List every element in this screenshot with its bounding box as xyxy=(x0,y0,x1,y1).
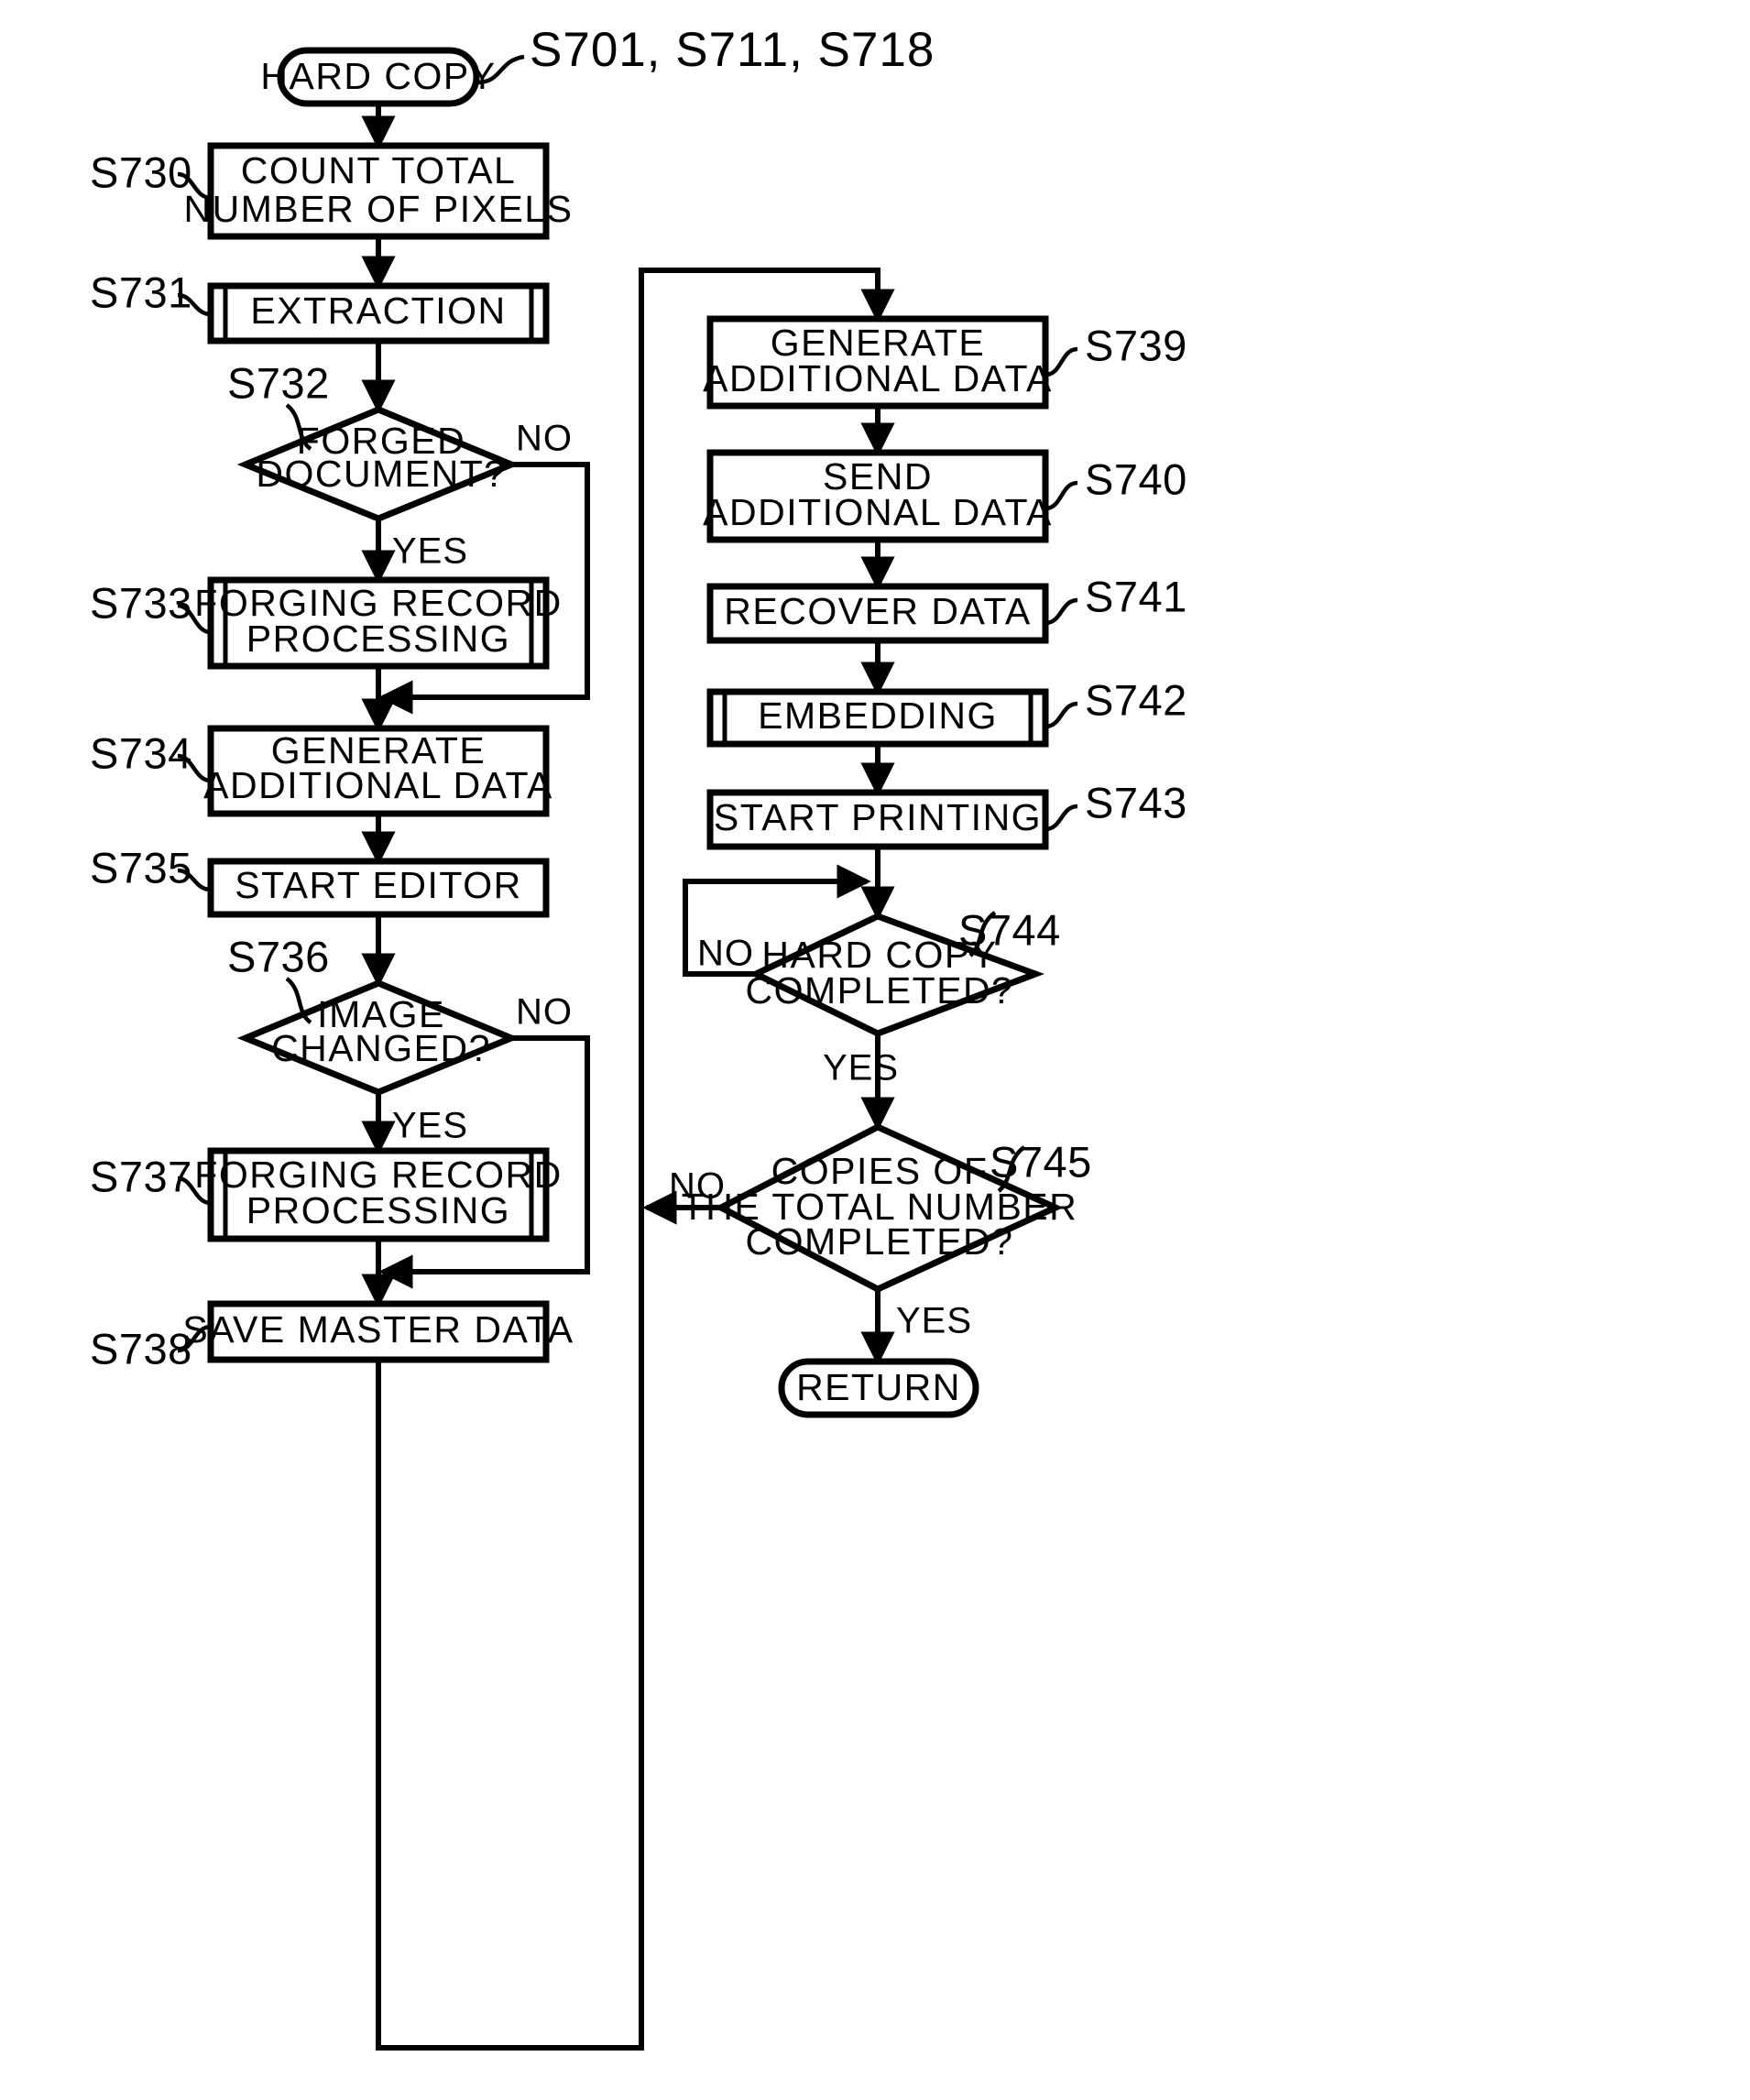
s741-step-label: S741 xyxy=(1085,572,1187,620)
start-label: HARD COPY xyxy=(260,55,496,97)
s738-step-label: S738 xyxy=(90,1324,192,1373)
s740-label-line2: ADDITIONAL DATA xyxy=(703,491,1053,533)
figure-top-label: S701, S711, S718 xyxy=(530,23,935,77)
s744-step-label: S744 xyxy=(958,905,1061,954)
s745-label-line3: COMPLETED? xyxy=(746,1220,1014,1263)
leader-s741 xyxy=(1045,597,1078,626)
s742-label: EMBEDDING xyxy=(758,695,998,737)
node-start[interactable]: HARD COPY xyxy=(260,47,496,107)
s743-label: START PRINTING xyxy=(714,796,1042,838)
s735-step-label: S735 xyxy=(90,843,192,891)
s736-label-line2: CHANGED? xyxy=(271,1027,491,1069)
s744-yes-label: YES xyxy=(823,1048,899,1088)
s745-yes-label: YES xyxy=(896,1301,972,1341)
node-s733[interactable]: FORGING RECORD PROCESSING xyxy=(194,576,562,670)
node-s736[interactable]: IMAGE CHANGED? xyxy=(236,979,520,1096)
node-s742[interactable]: EMBEDDING xyxy=(706,688,1049,748)
s741-label: RECOVER DATA xyxy=(724,590,1031,632)
s742-step-label: S742 xyxy=(1085,675,1187,724)
s732-yes-label: YES xyxy=(392,531,468,572)
s736-no-label: NO xyxy=(516,992,573,1033)
s744-label-line2: COMPLETED? xyxy=(746,969,1014,1012)
s734-step-label: S734 xyxy=(90,728,192,777)
node-s743[interactable]: START PRINTING xyxy=(706,789,1049,850)
s743-step-label: S743 xyxy=(1085,778,1187,826)
s739-label-line2: ADDITIONAL DATA xyxy=(703,357,1053,399)
s733-step-label: S733 xyxy=(90,578,192,627)
node-s740[interactable]: SEND ADDITIONAL DATA xyxy=(703,449,1053,543)
s731-step-label: S731 xyxy=(90,268,192,316)
s745-no-label: NO xyxy=(669,1166,726,1207)
leader-s742 xyxy=(1045,701,1078,729)
s733-label-line2: PROCESSING xyxy=(246,618,510,660)
node-s730[interactable]: COUNT TOTAL NUMBER OF PIXELS xyxy=(184,142,574,240)
leader-s743 xyxy=(1045,804,1078,832)
node-s732[interactable]: FORGED DOCUMENT? xyxy=(236,406,520,522)
node-s735[interactable]: START EDITOR xyxy=(207,858,550,918)
s735-label: START EDITOR xyxy=(235,864,521,906)
flowchart-svg: HARD COPY S701, S711, S718 COUNT TOTAL N… xyxy=(90,23,1187,2051)
s730-step-label: S730 xyxy=(90,148,192,196)
s737-label-line2: PROCESSING xyxy=(246,1189,510,1231)
s739-step-label: S739 xyxy=(1085,321,1187,369)
s734-label-line2: ADDITIONAL DATA xyxy=(203,764,553,806)
s732-no-label: NO xyxy=(516,419,573,459)
s738-label: SAVE MASTER DATA xyxy=(182,1308,574,1351)
return-label: RETURN xyxy=(796,1366,961,1408)
s740-step-label: S740 xyxy=(1085,454,1187,503)
node-return[interactable]: RETURN xyxy=(778,1358,979,1418)
s730-label-line1: COUNT TOTAL xyxy=(241,149,517,191)
s744-no-label: NO xyxy=(697,934,754,974)
s736-yes-label: YES xyxy=(392,1106,468,1146)
s732-label-line2: DOCUMENT? xyxy=(256,453,506,495)
s737-step-label: S737 xyxy=(90,1152,192,1200)
node-s734[interactable]: GENERATE ADDITIONAL DATA xyxy=(203,725,553,817)
s736-step-label: S736 xyxy=(227,932,330,980)
node-s738[interactable]: SAVE MASTER DATA xyxy=(182,1300,574,1363)
flowchart-canvas: HARD COPY S701, S711, S718 COUNT TOTAL N… xyxy=(0,0,1750,2100)
s732-step-label: S732 xyxy=(227,358,330,407)
s745-step-label: S745 xyxy=(990,1137,1092,1186)
node-s731[interactable]: EXTRACTION xyxy=(207,282,550,345)
node-s737[interactable]: FORGING RECORD PROCESSING xyxy=(194,1147,562,1242)
node-s741[interactable]: RECOVER DATA xyxy=(706,583,1049,644)
s730-label-line2: NUMBER OF PIXELS xyxy=(184,188,574,230)
s731-label: EXTRACTION xyxy=(250,290,506,332)
node-s739[interactable]: GENERATE ADDITIONAL DATA xyxy=(703,315,1053,410)
